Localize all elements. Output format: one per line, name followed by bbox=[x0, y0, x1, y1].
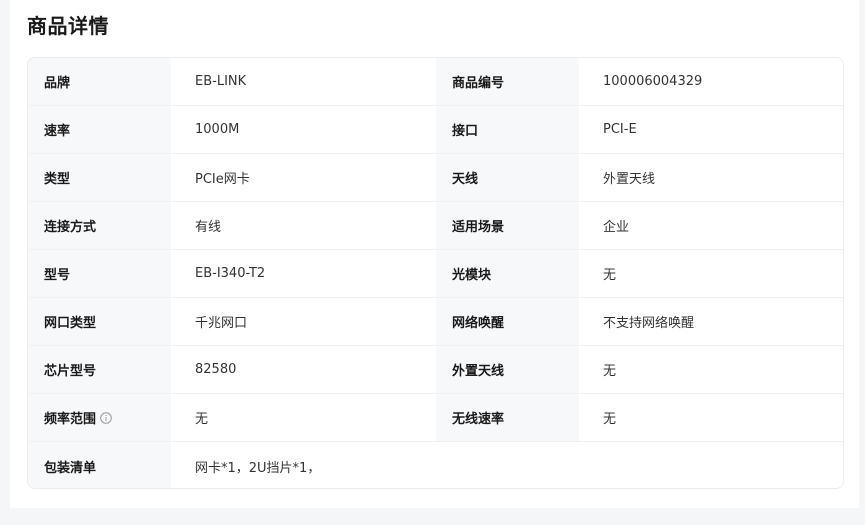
spec-value: EB-LINK bbox=[171, 58, 436, 105]
spec-label: 芯片型号 bbox=[28, 346, 171, 393]
spec-row-brand: 品牌 EB-LINK 商品编号 100006004329 bbox=[28, 58, 843, 106]
spec-value: 不支持网络唤醒 bbox=[579, 298, 843, 345]
spec-row-chip: 芯片型号 82580 外置天线 无 bbox=[28, 346, 843, 394]
spec-value: 有线 bbox=[171, 202, 436, 249]
spec-row-type: 类型 PCIe网卡 天线 外置天线 bbox=[28, 154, 843, 202]
spec-label: 型号 bbox=[28, 250, 171, 297]
spec-label: 速率 bbox=[28, 106, 171, 153]
spec-label: 包装清单 bbox=[28, 442, 171, 488]
spec-label: 光模块 bbox=[436, 250, 579, 297]
spec-value: 企业 bbox=[579, 202, 843, 249]
spec-value: 网卡*1，2U挡片*1， bbox=[171, 442, 843, 488]
spec-label: 外置天线 bbox=[436, 346, 579, 393]
spec-value: 无 bbox=[171, 394, 436, 441]
spec-value: 82580 bbox=[171, 346, 436, 393]
spec-row-model: 型号 EB-I340-T2 光模块 无 bbox=[28, 250, 843, 298]
spec-label-with-info: 频率范围 bbox=[28, 394, 171, 441]
spec-label: 网络唤醒 bbox=[436, 298, 579, 345]
spec-value: EB-I340-T2 bbox=[171, 250, 436, 297]
spec-label: 适用场景 bbox=[436, 202, 579, 249]
spec-value: 外置天线 bbox=[579, 154, 843, 201]
spec-row-speed: 速率 1000M 接口 PCI-E bbox=[28, 106, 843, 154]
spec-row-port-type: 网口类型 千兆网口 网络唤醒 不支持网络唤醒 bbox=[28, 298, 843, 346]
spec-value: 1000M bbox=[171, 106, 436, 153]
page-left-gutter bbox=[0, 0, 10, 525]
spec-label: 类型 bbox=[28, 154, 171, 201]
spec-label: 接口 bbox=[436, 106, 579, 153]
spec-value: 千兆网口 bbox=[171, 298, 436, 345]
spec-value: PCIe网卡 bbox=[171, 154, 436, 201]
spec-label: 商品编号 bbox=[436, 58, 579, 105]
spec-label: 无线速率 bbox=[436, 394, 579, 441]
spec-label-text: 频率范围 bbox=[44, 412, 97, 427]
spec-table: 品牌 EB-LINK 商品编号 100006004329 速率 1000M 接口… bbox=[27, 57, 844, 489]
spec-label: 天线 bbox=[436, 154, 579, 201]
product-detail-panel: 商品详情 品牌 EB-LINK 商品编号 100006004329 速率 100… bbox=[10, 0, 859, 508]
page-bottom-gutter bbox=[0, 508, 865, 525]
spec-label: 品牌 bbox=[28, 58, 171, 105]
spec-value: 100006004329 bbox=[579, 58, 843, 105]
page-title: 商品详情 bbox=[27, 14, 109, 38]
spec-label: 网口类型 bbox=[28, 298, 171, 345]
info-circle-icon[interactable] bbox=[100, 411, 112, 424]
spec-label: 连接方式 bbox=[28, 202, 171, 249]
spec-value: 无 bbox=[579, 394, 843, 441]
spec-value: PCI-E bbox=[579, 106, 843, 153]
spec-row-package: 包装清单 网卡*1，2U挡片*1， bbox=[28, 442, 843, 488]
page-right-gutter bbox=[859, 0, 865, 525]
spec-row-frequency: 频率范围 无 无线速率 无 bbox=[28, 394, 843, 442]
spec-value: 无 bbox=[579, 250, 843, 297]
spec-value: 无 bbox=[579, 346, 843, 393]
spec-row-connection: 连接方式 有线 适用场景 企业 bbox=[28, 202, 843, 250]
